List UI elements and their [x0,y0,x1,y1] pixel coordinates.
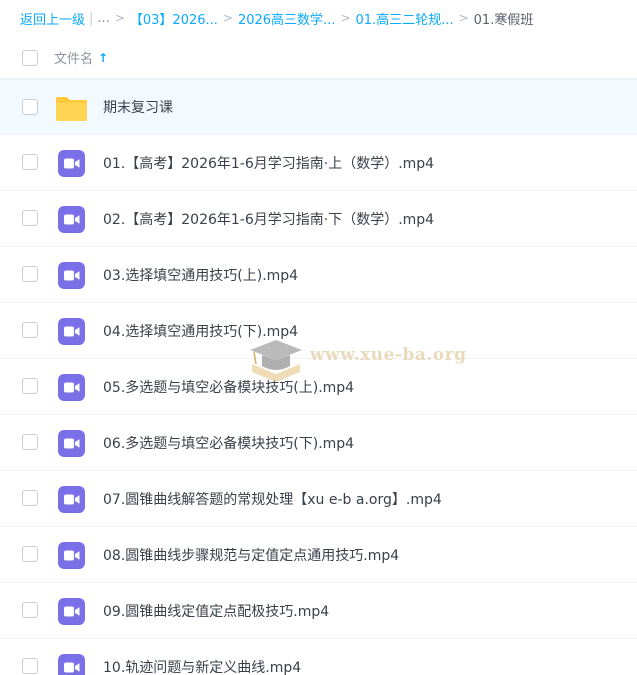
folder-icon [56,97,87,121]
breadcrumb-item-1[interactable]: 【03】2026... [130,9,218,28]
chevron-right-icon: > [114,11,125,25]
back-button[interactable]: 返回上一级 [20,9,85,28]
file-list: 期末复习课 01.【高考】2026年1-6月学习指南·上（数学）.mp4 02.… [0,79,637,675]
list-item[interactable]: 04.选择填空通用技巧(下).mp4 [0,303,637,359]
chevron-right-icon: > [222,11,233,25]
row-checkbox[interactable] [22,322,38,338]
row-checkbox[interactable] [22,378,38,394]
file-name[interactable]: 08.圆锥曲线步骤规范与定值定点通用技巧.mp4 [103,545,399,565]
list-item[interactable]: 05.多选题与填空必备模块技巧(上).mp4 [0,359,637,415]
chevron-right-icon: > [458,11,469,25]
breadcrumb-item-3[interactable]: 01.高三二轮规... [356,9,454,28]
row-checkbox[interactable] [22,546,38,562]
list-item[interactable]: 03.选择填空通用技巧(上).mp4 [0,247,637,303]
list-item[interactable]: 10.轨迹问题与新定义曲线.mp4 [0,639,637,675]
file-name[interactable]: 01.【高考】2026年1-6月学习指南·上（数学）.mp4 [103,153,434,173]
row-checkbox[interactable] [22,99,38,115]
breadcrumb-current: 01.寒假班 [473,12,534,28]
file-name[interactable]: 03.选择填空通用技巧(上).mp4 [103,265,298,285]
row-checkbox[interactable] [22,434,38,450]
sort-by-name-button[interactable]: 文件名 ↑ [54,48,109,68]
video-icon [58,430,85,457]
list-item[interactable]: 07.圆锥曲线解答题的常规处理【xu e-b a.org】.mp4 [0,471,637,527]
row-checkbox[interactable] [22,266,38,282]
video-icon [58,206,85,233]
chevron-right-icon: > [340,11,351,25]
row-checkbox[interactable] [22,210,38,226]
video-icon [58,542,85,569]
breadcrumb-ellipsis[interactable]: ... [97,11,109,26]
list-header: 文件名 ↑ [0,37,637,79]
list-item[interactable]: 06.多选题与填空必备模块技巧(下).mp4 [0,415,637,471]
file-name[interactable]: 10.轨迹问题与新定义曲线.mp4 [103,657,301,675]
row-checkbox[interactable] [22,490,38,506]
video-icon [58,486,85,513]
file-name[interactable]: 期末复习课 [103,97,173,117]
select-all-checkbox[interactable] [22,49,38,66]
row-checkbox[interactable] [22,658,38,674]
video-icon [58,654,85,675]
file-name[interactable]: 05.多选题与填空必备模块技巧(上).mp4 [103,377,354,397]
file-name[interactable]: 07.圆锥曲线解答题的常规处理【xu e-b a.org】.mp4 [103,489,442,509]
list-item[interactable]: 02.【高考】2026年1-6月学习指南·下（数学）.mp4 [0,191,637,247]
video-icon [58,374,85,401]
video-icon [58,598,85,625]
list-item[interactable]: 期末复习课 [0,79,637,135]
file-name[interactable]: 09.圆锥曲线定值定点配极技巧.mp4 [103,601,329,621]
video-icon [58,318,85,345]
breadcrumb: 返回上一级 | ... > 【03】2026... > 2026高三数学... … [0,0,637,36]
row-checkbox[interactable] [22,154,38,170]
breadcrumb-item-2[interactable]: 2026高三数学... [238,9,335,28]
list-item[interactable]: 08.圆锥曲线步骤规范与定值定点通用技巧.mp4 [0,527,637,583]
video-icon [58,262,85,289]
video-icon [58,150,85,177]
list-item[interactable]: 01.【高考】2026年1-6月学习指南·上（数学）.mp4 [0,135,637,191]
file-name[interactable]: 02.【高考】2026年1-6月学习指南·下（数学）.mp4 [103,209,434,229]
arrow-up-icon: ↑ [98,50,109,65]
file-name[interactable]: 06.多选题与填空必备模块技巧(下).mp4 [103,433,354,453]
file-name[interactable]: 04.选择填空通用技巧(下).mp4 [103,321,298,341]
list-item[interactable]: 09.圆锥曲线定值定点配极技巧.mp4 [0,583,637,639]
breadcrumb-divider: | [89,10,94,26]
column-header-name: 文件名 [54,52,94,67]
row-checkbox[interactable] [22,602,38,618]
